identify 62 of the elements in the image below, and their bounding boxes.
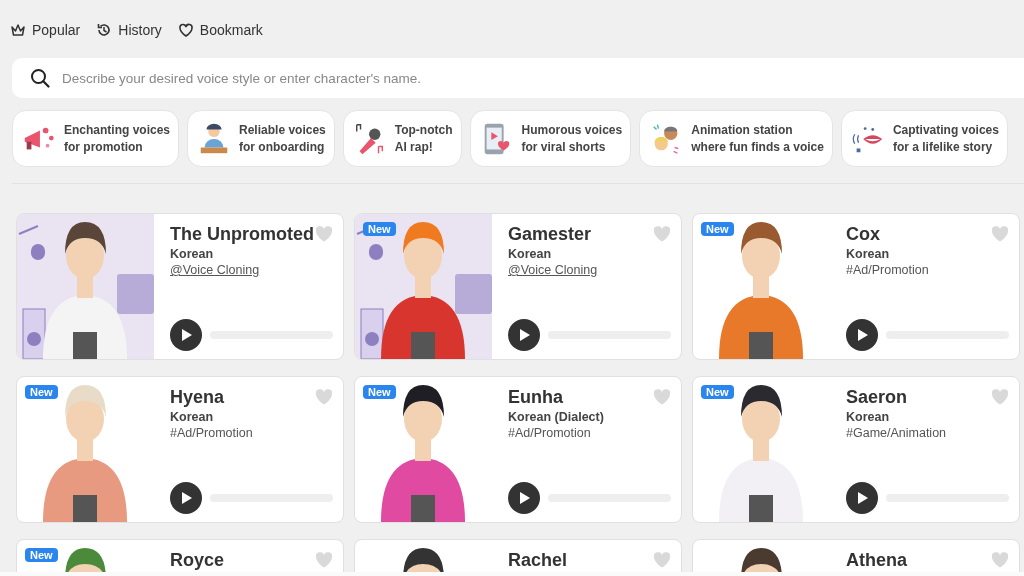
play-button[interactable] <box>846 319 878 351</box>
voice-language: Korean <box>508 247 553 261</box>
voice-language: Korean (Dialect) <box>508 410 605 424</box>
new-badge: New <box>701 385 734 399</box>
voice-language: Korean <box>170 410 215 424</box>
voice-name: Gamester <box>508 223 592 245</box>
heart-icon <box>177 22 194 38</box>
new-badge: New <box>363 385 396 399</box>
voice-name: Cox <box>846 223 880 245</box>
play-button[interactable] <box>508 482 540 514</box>
category-chip[interactable]: Top-notch AI rap! <box>342 110 462 167</box>
history-icon <box>96 22 113 38</box>
category-chip[interactable]: Reliable voices for onboarding <box>187 110 335 167</box>
tag-link[interactable]: @Voice Cloning <box>170 263 333 277</box>
play-button[interactable] <box>170 482 202 514</box>
voice-tag: #Ad/Promotion <box>846 263 1009 277</box>
voice-name: Royce <box>170 549 225 571</box>
play-icon <box>517 328 531 342</box>
new-badge: New <box>701 222 734 236</box>
voice-tag: #Ad/Promotion <box>170 426 333 440</box>
voice-name: Hyena <box>170 386 225 408</box>
heart-icon[interactable] <box>653 552 671 568</box>
crown-icon <box>10 22 26 38</box>
tag-link[interactable]: @Voice Cloning <box>508 263 671 277</box>
voice-language: Korean <box>170 247 215 261</box>
heart-icon[interactable] <box>991 389 1009 405</box>
nav-tab[interactable]: Bookmark <box>177 16 263 44</box>
play-icon <box>517 491 531 505</box>
heart-icon[interactable] <box>991 552 1009 568</box>
voice-language: Korean <box>846 247 891 261</box>
voice-tag: #Ad/Promotion <box>508 426 671 440</box>
heart-icon[interactable] <box>653 389 671 405</box>
play-icon <box>179 491 193 505</box>
play-button[interactable] <box>846 482 878 514</box>
heart-icon[interactable] <box>315 389 333 405</box>
play-icon <box>855 491 869 505</box>
heart-icon[interactable] <box>315 552 333 568</box>
search-field[interactable]: Describe your desired voice style or enter character's name. <box>12 58 1024 98</box>
category-chip[interactable]: Enchanting voices for promotion <box>12 110 180 167</box>
category-chip[interactable]: Humorous voices for viral shorts <box>469 110 632 167</box>
play-button[interactable] <box>170 319 202 351</box>
nav-tab[interactable]: History <box>96 16 162 44</box>
voice-name: Rachel <box>508 549 568 571</box>
new-badge: New <box>25 548 58 562</box>
heart-icon[interactable] <box>315 226 333 242</box>
voice-name: Saeron <box>846 386 908 408</box>
voice-name: Eunha <box>508 386 563 408</box>
play-icon <box>855 328 869 342</box>
play-icon <box>179 328 193 342</box>
heart-icon[interactable] <box>653 226 671 242</box>
category-chip[interactable]: Animation station where fun finds a voice <box>639 110 833 167</box>
play-button[interactable] <box>508 319 540 351</box>
new-badge: New <box>363 222 396 236</box>
heart-icon[interactable] <box>991 226 1009 242</box>
search-icon <box>30 68 50 88</box>
nav-tab[interactable]: Popular <box>10 16 81 44</box>
voice-tag: #Game/Animation <box>846 426 1009 440</box>
new-badge: New <box>25 385 58 399</box>
voice-name: Athena <box>846 549 907 571</box>
voice-language: Korean <box>846 410 891 424</box>
voice-name: The Unpromoted <box>170 223 314 245</box>
category-chip[interactable]: Captivating voices for a lifelike story <box>840 110 1008 167</box>
